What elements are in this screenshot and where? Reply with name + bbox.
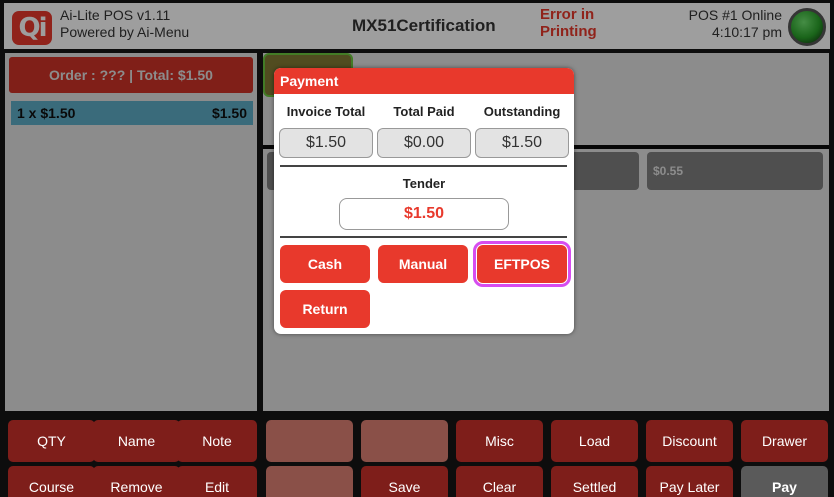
blank-button-3[interactable] [266,466,353,497]
load-button[interactable]: Load [551,420,638,462]
invoice-total-label: Invoice Total [286,104,366,119]
name-button[interactable]: Name [93,420,180,462]
tender-amount-input[interactable]: $1.50 [339,198,509,230]
outstanding-label: Outstanding [483,104,561,119]
divider [280,165,567,167]
remove-button[interactable]: Remove [93,466,180,497]
clear-button[interactable]: Clear [456,466,543,497]
tender-label: Tender [402,176,446,191]
clock: 4:10:17 pm [711,24,782,40]
payment-dialog-title: Payment [274,68,574,94]
note-button[interactable]: Note [177,420,257,462]
app-logo: Qi [12,11,52,45]
order-summary-header[interactable]: Order : ??? | Total: $1.50 [9,57,253,93]
return-button[interactable]: Return [280,290,370,328]
payment-dialog: Payment Invoice Total Total Paid Outstan… [274,68,574,334]
blank-button-2[interactable] [361,420,448,462]
total-paid-value: $0.00 [377,128,471,158]
save-button[interactable]: Save [361,466,448,497]
cash-button[interactable]: Cash [280,245,370,283]
blank-button-1[interactable] [266,420,353,462]
outstanding-value: $1.50 [475,128,569,158]
app-subtitle: Powered by Ai-Menu [60,24,190,40]
course-button[interactable]: Course [8,466,95,497]
online-status-light-icon [788,8,826,46]
pay-later-button[interactable]: Pay Later [646,466,733,497]
divider [280,236,567,238]
eftpos-button[interactable]: EFTPOS [473,241,571,287]
qty-button[interactable]: QTY [8,420,95,462]
edit-button[interactable]: Edit [177,466,257,497]
total-paid-label: Total Paid [393,104,455,119]
order-line-amount: $1.50 [211,105,247,121]
drawer-button[interactable]: Drawer [741,420,828,462]
pay-button[interactable]: Pay [741,466,828,497]
discount-button[interactable]: Discount [646,420,733,462]
order-line-qty: 1 x $1.50 [17,105,76,121]
misc-button[interactable]: Misc [456,420,543,462]
pos-screen: Qi Ai-Lite POS v1.11 Powered by Ai-Menu … [0,0,834,497]
app-header: Qi Ai-Lite POS v1.11 Powered by Ai-Menu … [4,3,830,49]
app-name: Ai-Lite POS v1.11 [60,7,171,23]
manual-button[interactable]: Manual [378,245,468,283]
invoice-total-value: $1.50 [279,128,373,158]
order-line-item[interactable]: 1 x $1.50 $1.50 [11,101,253,125]
pos-status: POS #1 Online [688,7,782,23]
order-panel: Order : ??? | Total: $1.50 1 x $1.50 $1.… [5,53,257,411]
settled-button[interactable]: Settled [551,466,638,497]
store-title: MX51Certification [352,16,496,35]
printing-error-text[interactable]: Error in Printing [540,6,620,40]
product-tile-price[interactable]: $0.55 [647,152,823,190]
